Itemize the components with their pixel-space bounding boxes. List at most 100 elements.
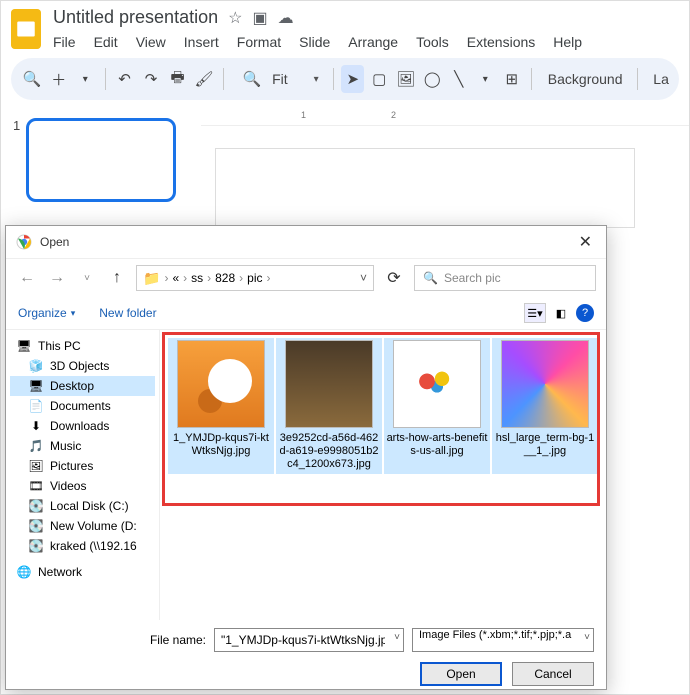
open-button[interactable]: Open bbox=[420, 662, 502, 686]
chevron-right-icon: › bbox=[207, 271, 211, 285]
star-icon[interactable]: ☆ bbox=[228, 8, 242, 28]
search-icon: 🔍 bbox=[423, 271, 438, 285]
slides-logo-icon bbox=[11, 9, 41, 49]
background-button[interactable]: Background bbox=[548, 71, 623, 87]
path-dropdown-icon[interactable]: ˅ bbox=[360, 271, 367, 285]
textbox-tool-icon[interactable]: ▢ bbox=[368, 65, 391, 93]
shape-tool-icon[interactable]: ◯ bbox=[421, 65, 444, 93]
preview-pane-icon[interactable]: ◧ bbox=[550, 303, 572, 323]
dropdown-caret-icon: ▾ bbox=[71, 308, 76, 319]
dropdown-caret-icon[interactable]: ▾ bbox=[474, 65, 497, 93]
file-thumbnail bbox=[177, 340, 265, 428]
path-seg[interactable]: ss bbox=[191, 271, 203, 285]
back-icon[interactable]: ← bbox=[16, 267, 38, 289]
recent-dropdown-icon[interactable]: ˅ bbox=[76, 267, 98, 289]
pc-icon: 🖥 bbox=[16, 339, 32, 353]
paint-format-icon[interactable]: 🖌 bbox=[193, 65, 216, 93]
cancel-button[interactable]: Cancel bbox=[512, 662, 594, 686]
view-mode-icon[interactable]: ☰▾ bbox=[524, 303, 546, 323]
menu-tools[interactable]: Tools bbox=[416, 34, 449, 50]
menu-insert[interactable]: Insert bbox=[184, 34, 219, 50]
menu-arrange[interactable]: Arrange bbox=[348, 34, 398, 50]
filename-label: File name: bbox=[150, 633, 206, 647]
dropdown-caret-icon[interactable]: ˅ bbox=[584, 632, 590, 643]
zoom-icon[interactable]: 🔍 bbox=[238, 65, 266, 93]
up-icon[interactable]: ↑ bbox=[106, 267, 128, 289]
music-icon: 🎵 bbox=[28, 439, 44, 453]
move-folder-icon[interactable]: ▣ bbox=[252, 8, 267, 28]
slide-thumbnail-panel: 1 bbox=[1, 108, 201, 228]
zoom-fit[interactable]: Fit bbox=[272, 71, 288, 87]
slide-thumbnail[interactable] bbox=[26, 118, 176, 202]
file-grid: 1_YMJDp-kqus7i-ktWtksNjg.jpg 3e9252cd-a5… bbox=[160, 330, 606, 620]
close-icon[interactable]: ✕ bbox=[575, 232, 596, 252]
sidebar-item-videos[interactable]: 🎞Videos bbox=[10, 476, 155, 496]
workspace: 1 1 2 bbox=[1, 108, 689, 228]
path-breadcrumb[interactable]: 📁 › « › ss › 828 › pic › ˅ bbox=[136, 265, 374, 291]
layout-button[interactable]: La bbox=[653, 71, 669, 87]
forward-icon[interactable]: → bbox=[46, 267, 68, 289]
chevron-right-icon: › bbox=[267, 271, 271, 285]
sidebar: 🖥This PC 🧊3D Objects 🖥Desktop 📄Documents… bbox=[6, 330, 160, 620]
menu-slide[interactable]: Slide bbox=[299, 34, 330, 50]
image-tool-icon[interactable]: 🖼 bbox=[394, 65, 417, 93]
chevron-right-icon: › bbox=[239, 271, 243, 285]
sidebar-network[interactable]: 🌐Network bbox=[10, 562, 155, 582]
doc-title[interactable]: Untitled presentation bbox=[53, 7, 218, 28]
dialog-footer: File name: ˅ Image Files (*.xbm;*.tif;*.… bbox=[6, 620, 606, 694]
organize-button[interactable]: Organize ▾ bbox=[18, 306, 75, 320]
menu-file[interactable]: File bbox=[53, 34, 76, 50]
menu-help[interactable]: Help bbox=[553, 34, 582, 50]
help-icon[interactable]: ? bbox=[576, 304, 594, 322]
menu-extensions[interactable]: Extensions bbox=[467, 34, 535, 50]
separator bbox=[105, 68, 106, 90]
sidebar-item-3d[interactable]: 🧊3D Objects bbox=[10, 356, 155, 376]
path-seg[interactable]: pic bbox=[247, 271, 262, 285]
cloud-status-icon[interactable]: ☁ bbox=[278, 8, 294, 28]
path-ellipsis[interactable]: « bbox=[172, 271, 179, 285]
slide-number: 1 bbox=[13, 118, 20, 218]
sidebar-item-localdisk[interactable]: 💽Local Disk (C:) bbox=[10, 496, 155, 516]
sidebar-item-kraked[interactable]: 💽kraked (\\192.16 bbox=[10, 536, 155, 556]
chrome-icon bbox=[16, 234, 32, 250]
line-tool-icon[interactable]: ╲ bbox=[447, 65, 470, 93]
chevron-right-icon: › bbox=[164, 271, 168, 285]
new-slide-icon[interactable]: ＋ bbox=[48, 65, 71, 93]
sidebar-this-pc[interactable]: 🖥This PC bbox=[10, 336, 155, 356]
menu-format[interactable]: Format bbox=[237, 34, 281, 50]
sidebar-item-documents[interactable]: 📄Documents bbox=[10, 396, 155, 416]
network-icon: 🌐 bbox=[16, 565, 32, 579]
file-type-select[interactable]: Image Files (*.xbm;*.tif;*.pjp;*.a bbox=[412, 628, 594, 652]
separator bbox=[531, 68, 532, 90]
dropdown-caret-icon[interactable]: ▾ bbox=[314, 74, 319, 85]
sidebar-item-pictures[interactable]: 🖼Pictures bbox=[10, 456, 155, 476]
nav-row: ← → ˅ ↑ 📁 › « › ss › 828 › pic › ˅ ⟳ 🔍 S… bbox=[6, 259, 606, 297]
print-icon[interactable]: 🖶 bbox=[166, 65, 189, 93]
menu-view[interactable]: View bbox=[136, 34, 166, 50]
slide-canvas[interactable] bbox=[215, 148, 635, 228]
videos-icon: 🎞 bbox=[28, 479, 44, 493]
new-folder-button[interactable]: New folder bbox=[99, 306, 156, 320]
sidebar-item-downloads[interactable]: ⬇Downloads bbox=[10, 416, 155, 436]
file-open-dialog: Open ✕ ← → ˅ ↑ 📁 › « › ss › 828 › pic › … bbox=[5, 225, 607, 690]
search-input[interactable]: 🔍 Search pic bbox=[414, 265, 596, 291]
sidebar-item-newvolume[interactable]: 💽New Volume (D: bbox=[10, 516, 155, 536]
redo-icon[interactable]: ↷ bbox=[140, 65, 163, 93]
undo-icon[interactable]: ↶ bbox=[113, 65, 136, 93]
dialog-title: Open bbox=[40, 235, 69, 249]
filename-input[interactable] bbox=[214, 628, 404, 652]
path-seg[interactable]: 828 bbox=[215, 271, 235, 285]
pictures-icon: 🖼 bbox=[28, 459, 44, 473]
menu-edit[interactable]: Edit bbox=[94, 34, 118, 50]
select-tool-icon[interactable]: ➤ bbox=[341, 65, 364, 93]
search-icon[interactable]: 🔍 bbox=[21, 65, 44, 93]
dropdown-caret-icon[interactable]: ˅ bbox=[394, 632, 400, 643]
dialog-body: 🖥This PC 🧊3D Objects 🖥Desktop 📄Documents… bbox=[6, 330, 606, 620]
sidebar-item-desktop[interactable]: 🖥Desktop bbox=[10, 376, 155, 396]
canvas-area: 1 2 bbox=[201, 108, 689, 228]
sidebar-item-music[interactable]: 🎵Music bbox=[10, 436, 155, 456]
dropdown-caret-icon[interactable]: ▾ bbox=[74, 65, 97, 93]
comment-icon[interactable]: ⊞ bbox=[500, 65, 523, 93]
folder-icon: 📁 bbox=[143, 270, 160, 287]
refresh-icon[interactable]: ⟳ bbox=[382, 268, 406, 288]
